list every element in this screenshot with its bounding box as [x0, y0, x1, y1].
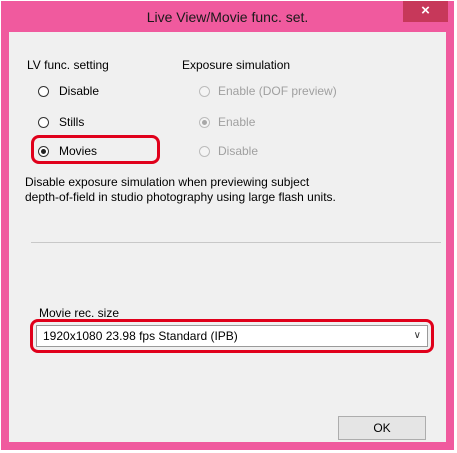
exp-disable-radio[interactable] [199, 146, 210, 157]
movie-rec-highlight [30, 319, 434, 353]
lv-func-heading: LV func. setting [27, 58, 109, 72]
close-button[interactable]: × [403, 1, 448, 22]
close-icon: × [421, 2, 430, 19]
lv-disable-radio[interactable] [38, 86, 49, 97]
separator-line [31, 242, 441, 243]
window-title: Live View/Movie func. set. [146, 9, 309, 25]
ok-button[interactable]: OK [338, 416, 426, 440]
lv-stills-label[interactable]: Stills [59, 115, 84, 129]
description-line-2: depth-of-field in studio photography usi… [25, 190, 336, 204]
movie-rec-size-label: Movie rec. size [39, 306, 120, 320]
dialog-window: Live View/Movie func. set. × LV func. se… [1, 1, 454, 450]
radio-selected-dot [202, 120, 207, 125]
movies-highlight [31, 135, 160, 164]
lv-stills-radio[interactable] [38, 117, 49, 128]
exp-disable-label[interactable]: Disable [218, 144, 258, 158]
exposure-heading: Exposure simulation [182, 58, 291, 72]
dialog-body: LV func. setting Disable Stills Movies E… [9, 32, 446, 442]
exp-enable-label[interactable]: Enable [218, 115, 255, 129]
exp-enable-radio[interactable] [199, 117, 210, 128]
description-line-1: Disable exposure simulation when preview… [25, 175, 310, 189]
lv-disable-label[interactable]: Disable [59, 84, 99, 98]
exp-enable-dof-label[interactable]: Enable (DOF preview) [218, 84, 337, 98]
exp-enable-dof-radio[interactable] [199, 86, 210, 97]
title-bar[interactable]: Live View/Movie func. set. × [1, 1, 454, 32]
